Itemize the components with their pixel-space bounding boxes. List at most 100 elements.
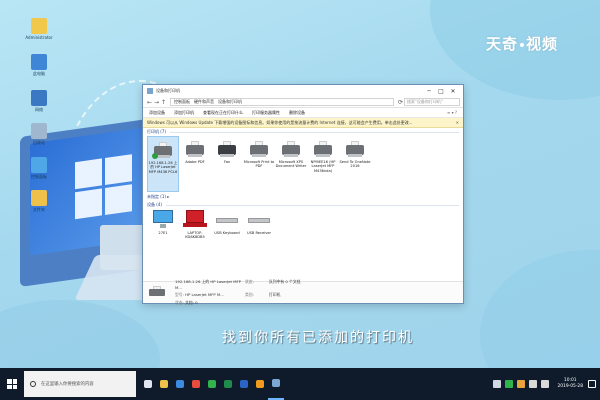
see-whats-printing-button[interactable]: 查看现在正在打印什么	[203, 110, 243, 116]
window-titlebar[interactable]: 设备和打印机 ─ □ ✕	[143, 85, 463, 97]
refresh-button[interactable]: ⟳	[397, 99, 404, 106]
wechat-button[interactable]	[204, 368, 220, 400]
close-button[interactable]: ✕	[447, 88, 459, 95]
devices-and-printers-window[interactable]: 设备和打印机 ─ □ ✕ ← → ↑ 控制面板 硬件和声音 设备和打印机 ⟳ 搜…	[142, 84, 464, 306]
file-explorer-button[interactable]	[156, 368, 172, 400]
media-button[interactable]	[252, 368, 268, 400]
close-icon[interactable]: ✕	[456, 120, 459, 125]
taskbar-search-placeholder: 在这里输入你要搜索的内容	[41, 382, 94, 387]
excel-button[interactable]	[220, 368, 236, 400]
task-view-button[interactable]	[140, 368, 156, 400]
printer-item[interactable]: Microsoft Print to PDF	[243, 136, 275, 192]
desktop-icon-this-pc[interactable]: 此电脑	[22, 54, 56, 76]
system-tray: 10:01 2019-05-28	[491, 368, 600, 400]
search-input[interactable]: 搜索"设备和打印机"	[404, 98, 460, 106]
view-options-button[interactable]: ≡ ▾ ?	[447, 110, 457, 115]
windows-logo-icon	[7, 379, 17, 389]
edge-button[interactable]	[172, 368, 188, 400]
printer-icon	[281, 140, 301, 158]
chrome-button[interactable]	[188, 368, 204, 400]
wechat-icon	[208, 380, 216, 388]
status-label: 状态:	[245, 279, 254, 284]
start-button[interactable]	[0, 368, 24, 400]
desktop-icon-control-panel[interactable]: 控制面板	[22, 157, 56, 179]
device-item[interactable]: 27E1	[147, 209, 179, 257]
app-tray-icon[interactable]	[517, 380, 526, 388]
desktop-icon-network[interactable]: 网络	[22, 90, 56, 112]
chrome-icon	[192, 380, 200, 388]
printer-item[interactable]: Adobe PDF	[179, 136, 211, 192]
printers-list: 192.168.1.26 上的 HP LaserJet MFP M436 PCL…	[143, 136, 463, 192]
wallpaper-shape	[0, 300, 160, 368]
fax-icon	[217, 140, 237, 158]
file-explorer-icon	[160, 380, 168, 388]
watermark-logo: 天奇 视频	[486, 33, 558, 54]
device-name: LAPTOP-KD8K8DB5	[185, 231, 205, 240]
network-icon	[31, 90, 47, 106]
printer-item[interactable]: 192.168.1.26 上的 HP LaserJet MFP M436 PCL…	[147, 136, 179, 192]
devices-list: 27E1 LAPTOP-KD8K8DB5 USB Keyboard USB Re…	[143, 209, 463, 257]
word-button[interactable]	[236, 368, 252, 400]
printer-item[interactable]: Send To OneNote 2016	[339, 136, 371, 192]
device-item[interactable]: USB Keyboard	[211, 209, 243, 257]
forward-button[interactable]: →	[153, 99, 160, 106]
printer-icon	[313, 140, 333, 158]
volume-icon[interactable]	[541, 380, 550, 388]
information-bar[interactable]: Windows 可以从 Windows Update 下载增强的设备图标和信息。…	[143, 118, 463, 128]
desktop-icon-recycle-bin[interactable]: 回收站	[22, 123, 56, 145]
printer-icon	[147, 88, 153, 94]
breadcrumb-item[interactable]: 硬件和声音	[194, 99, 214, 105]
printer-item[interactable]: NPI9EE16 (HP LaserJet MFP M436nda)	[307, 136, 339, 192]
add-printer-button[interactable]: 添加打印机	[174, 110, 194, 116]
up-button[interactable]: ↑	[160, 99, 167, 106]
taskbar: 在这里输入你要搜索的内容 10:01 2019-05-28	[0, 368, 600, 400]
desktop-icon-folder[interactable]: 文件夹	[22, 190, 56, 212]
print-server-properties-button[interactable]: 打印服务器属性	[252, 110, 280, 116]
maximize-button[interactable]: □	[435, 88, 447, 95]
devices-group-header[interactable]: 设备 (4)	[143, 201, 463, 209]
device-item[interactable]: USB Receiver	[243, 209, 275, 257]
notifications-icon[interactable]	[588, 380, 596, 388]
details-pane: 192.168.1.26 上的 HP LaserJet MFP M... 状态:…	[143, 279, 463, 306]
desktop-icon-label: Administrator	[25, 35, 53, 40]
chevron-up-icon[interactable]	[493, 380, 502, 388]
video-subtitle: 找到你所有已添加的打印机	[222, 330, 414, 346]
device-name: USB Receiver	[246, 231, 272, 235]
printer-icon	[185, 140, 205, 158]
model-label: 型号:	[175, 292, 184, 297]
information-bar-text: Windows 可以从 Windows Update 下载增强的设备图标和信息。…	[147, 119, 413, 125]
word-icon	[240, 380, 248, 388]
watermark-dot	[520, 42, 525, 47]
breadcrumb[interactable]: 控制面板 硬件和声音 设备和打印机	[170, 98, 394, 106]
desktop-icon-user-folder[interactable]: Administrator	[22, 18, 56, 40]
laptop-icon	[183, 209, 207, 229]
breadcrumb-item[interactable]: 控制面板	[174, 99, 190, 105]
desktop-icon-label: 此电脑	[33, 71, 45, 76]
device-item[interactable]: LAPTOP-KD8K8DB5	[179, 209, 211, 257]
clock-date: 2019-05-28	[557, 384, 583, 389]
selected-device-name: 192.168.1.26 上的 HP LaserJet MFP M...	[175, 279, 241, 290]
printer-name: Microsoft XPS Document Writer	[275, 160, 307, 169]
printer-item[interactable]: Fax	[211, 136, 243, 192]
breadcrumb-item[interactable]: 设备和打印机	[218, 99, 242, 105]
wechat-tray-icon[interactable]	[505, 380, 514, 388]
folder-icon	[31, 190, 47, 206]
add-device-button[interactable]: 添加设备	[149, 110, 165, 116]
taskbar-search-input[interactable]: 在这里输入你要搜索的内容	[24, 371, 136, 397]
devices-printers-taskbar-button[interactable]	[268, 368, 284, 400]
state-field: 状态: 文档: 0	[175, 300, 245, 306]
state-value: 文档: 0	[185, 300, 198, 305]
details-fields: 192.168.1.26 上的 HP LaserJet MFP M... 状态:…	[175, 279, 339, 306]
back-button[interactable]: ←	[146, 99, 153, 106]
category-value: 打印机	[269, 292, 281, 297]
windows-logo-icon	[75, 154, 135, 222]
remove-device-button[interactable]: 删除设备	[289, 110, 305, 116]
network-icon[interactable]	[529, 380, 538, 388]
printer-item[interactable]: Microsoft XPS Document Writer	[275, 136, 307, 192]
unspecified-group-header[interactable]: 未指定 (1) ▸	[143, 192, 463, 201]
printers-group-header[interactable]: 打印机 (7)	[143, 128, 463, 136]
minimize-button[interactable]: ─	[423, 88, 435, 95]
desktop-icon-label: 文件夹	[33, 207, 45, 212]
clock[interactable]: 10:01 2019-05-28	[557, 378, 583, 390]
printer-name: 192.168.1.26 上的 HP LaserJet MFP M436 PCL…	[148, 161, 178, 174]
